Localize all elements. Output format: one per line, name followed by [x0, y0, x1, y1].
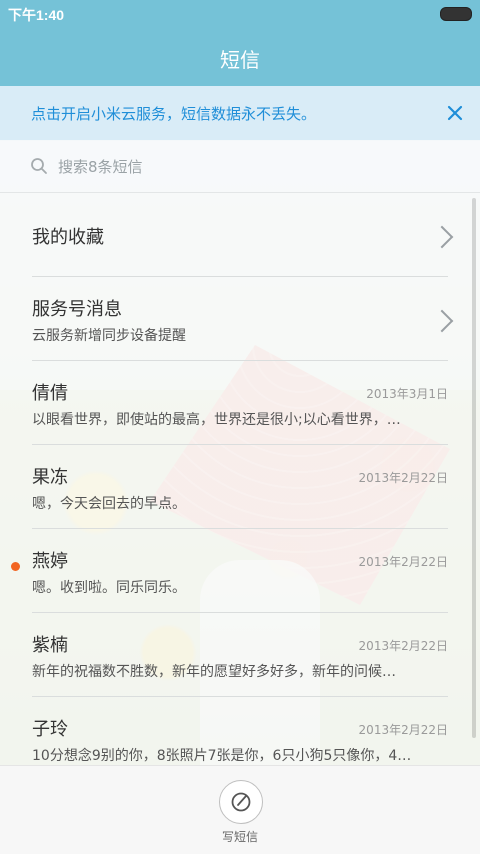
- conversation-name: 燕婷: [32, 551, 68, 572]
- conversation-item[interactable]: 倩倩 2013年3月1日 以眼看世界，即使站的最高，世界还是很小;以心看世界，…: [0, 361, 480, 445]
- chevron-right-icon: [430, 225, 454, 249]
- conversation-list: 我的收藏 服务号消息 云服务新增同步设备提醒 倩倩 2013年3月1日 以眼看世…: [0, 193, 480, 781]
- search-input[interactable]: 搜索8条短信: [0, 140, 480, 193]
- close-icon: [447, 105, 463, 121]
- search-placeholder: 搜索8条短信: [58, 158, 143, 176]
- close-banner-button[interactable]: [440, 98, 470, 128]
- conversation-item[interactable]: 燕婷 2013年2月22日 嗯。收到啦。同乐同乐。: [0, 529, 480, 613]
- search-icon: [31, 158, 47, 174]
- conversation-date: 2013年2月22日: [358, 639, 448, 653]
- compose-button[interactable]: [219, 780, 263, 824]
- conversation-preview: 10分想念9别的你，8张照片7张是你，6只小狗5只像你，4…: [32, 748, 412, 764]
- unread-dot-icon: [11, 562, 20, 571]
- conversation-item[interactable]: 果冻 2013年2月22日 嗯，今天会回去的早点。: [0, 445, 480, 529]
- scrollbar[interactable]: [472, 198, 476, 738]
- status-time: 下午1:40: [8, 7, 65, 23]
- conversation-name: 倩倩: [32, 383, 68, 404]
- conversation-item[interactable]: 紫楠 2013年2月22日 新年的祝福数不胜数，新年的愿望好多好多，新年的问候…: [0, 613, 480, 697]
- conversation-preview: 云服务新增同步设备提醒: [32, 328, 186, 344]
- conversation-preview: 嗯，今天会回去的早点。: [32, 496, 186, 512]
- compose-label[interactable]: 写短信: [0, 828, 480, 845]
- conversation-preview: 新年的祝福数不胜数，新年的愿望好多好多，新年的问候…: [32, 664, 396, 680]
- battery-icon: [440, 7, 472, 21]
- conversation-preview: 嗯。收到啦。同乐同乐。: [32, 580, 186, 596]
- bottom-bar: 写短信: [0, 765, 480, 854]
- conversation-service-messages[interactable]: 服务号消息 云服务新增同步设备提醒: [0, 277, 480, 361]
- conversation-name: 服务号消息: [32, 299, 122, 320]
- conversation-name: 我的收藏: [32, 227, 104, 248]
- page-title: 短信: [220, 48, 260, 72]
- conversation-date: 2013年2月22日: [358, 723, 448, 737]
- cloud-banner-text[interactable]: 点击开启小米云服务，短信数据永不丢失。: [31, 103, 316, 124]
- conversation-date: 2013年2月22日: [358, 555, 448, 569]
- title-bar: 短信: [0, 26, 480, 86]
- conversation-date: 2013年3月1日: [366, 387, 448, 401]
- conversation-favorites[interactable]: 我的收藏: [0, 193, 480, 277]
- compose-icon: [231, 792, 251, 812]
- chevron-right-icon: [430, 309, 454, 333]
- cloud-service-banner[interactable]: 点击开启小米云服务，短信数据永不丢失。: [0, 86, 480, 141]
- conversation-name: 紫楠: [32, 635, 68, 656]
- conversation-preview: 以眼看世界，即使站的最高，世界还是很小;以心看世界，…: [32, 412, 401, 428]
- status-bar: 下午1:40: [0, 0, 480, 26]
- conversation-date: 2013年2月22日: [358, 471, 448, 485]
- conversation-name: 果冻: [32, 467, 68, 488]
- conversation-name: 子玲: [32, 719, 68, 740]
